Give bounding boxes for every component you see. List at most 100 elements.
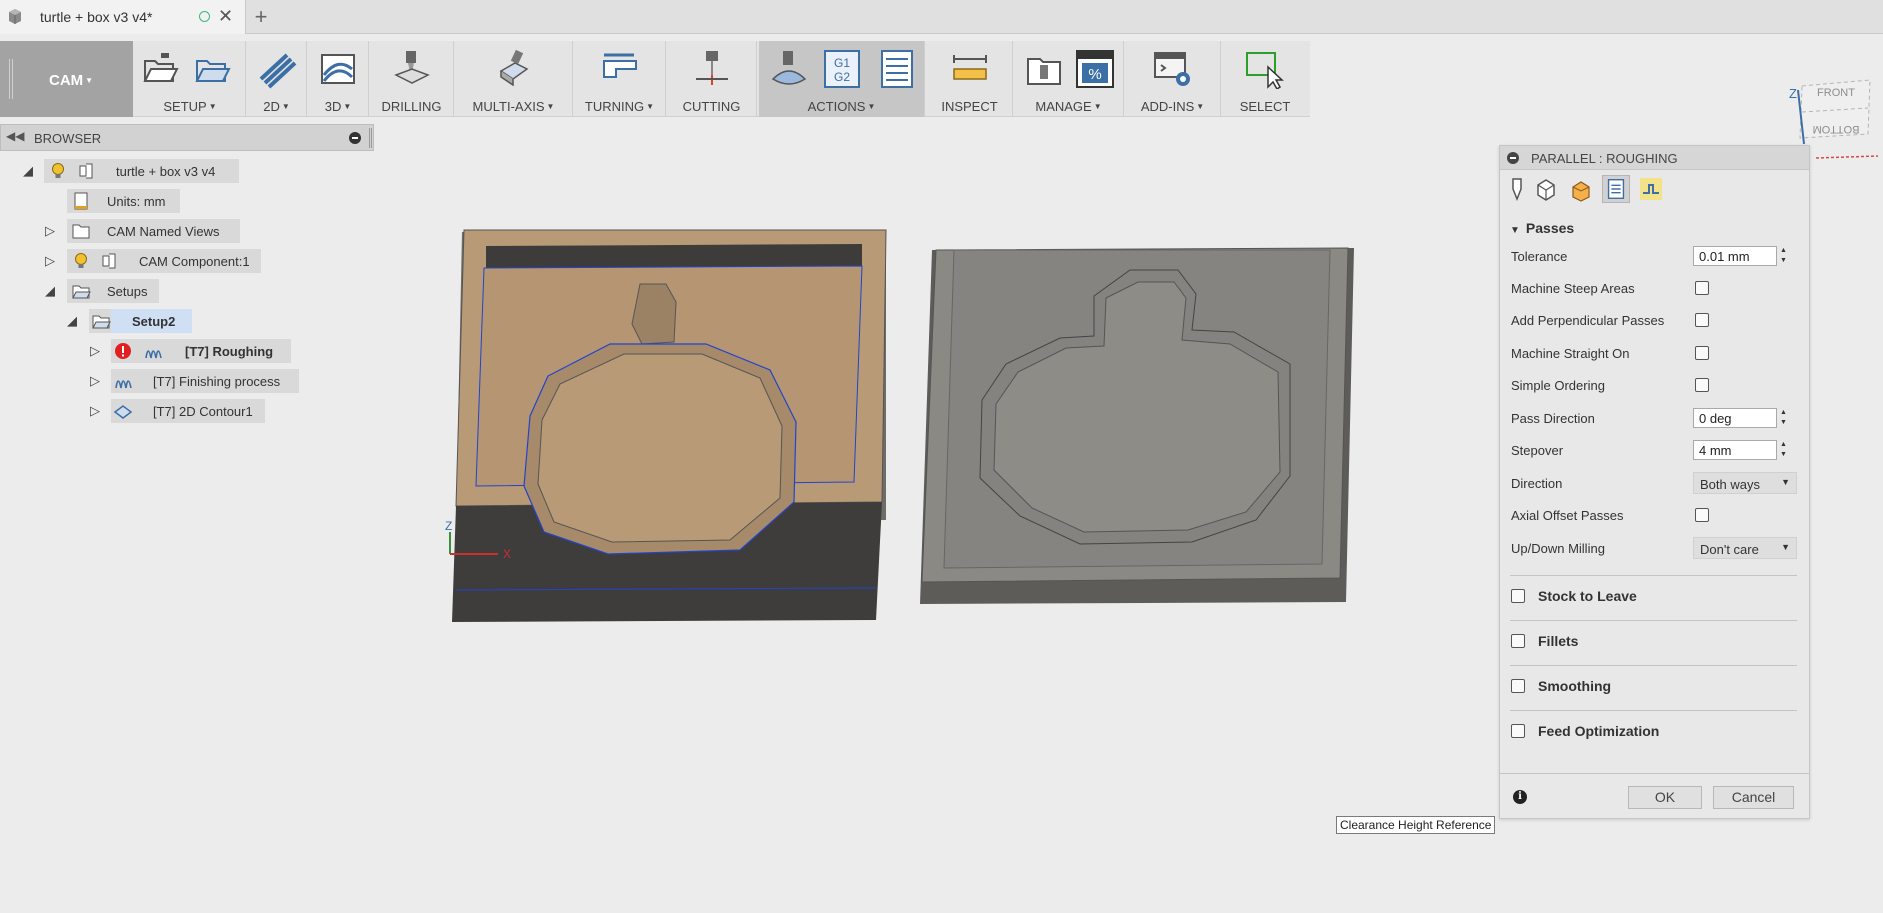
tree-node[interactable]: Units: mm <box>67 189 180 213</box>
viewcube-z-label: Z <box>1789 86 1797 101</box>
expand-toggle-icon[interactable]: ◢ <box>20 163 36 179</box>
inspect-group[interactable]: INSPECT <box>927 41 1013 117</box>
fillets-checkbox[interactable] <box>1511 634 1525 648</box>
chevron-down-icon: ▼ <box>1781 477 1790 487</box>
model-viewport[interactable]: Z X <box>440 220 1370 630</box>
setup-group[interactable]: SETUP ▼ <box>135 41 246 117</box>
document-tab[interactable]: turtle + box v3 v4* ✕ <box>0 0 246 34</box>
actions-group[interactable]: G1 G2 ACTIONS ▼ <box>759 41 925 117</box>
stepover-input[interactable]: 4 mm <box>1693 440 1777 460</box>
geometry-tab-icon[interactable] <box>1532 175 1560 203</box>
smoothing-checkbox[interactable] <box>1511 679 1525 693</box>
stock-with-toolpath[interactable] <box>452 229 887 622</box>
expand-toggle-icon[interactable]: ▷ <box>87 373 103 389</box>
axial-offset-passes-checkbox[interactable] <box>1695 508 1709 522</box>
smoothing-group[interactable]: Smoothing <box>1500 671 1809 701</box>
gcode-g1-text: G1 <box>834 56 850 70</box>
expand-toggle-icon[interactable]: ▷ <box>42 253 58 269</box>
toolbar-grip-handle[interactable] <box>9 59 13 99</box>
new-tab-button[interactable]: + <box>250 4 272 30</box>
simple-ordering-checkbox[interactable] <box>1695 378 1709 392</box>
tolerance-label: Tolerance <box>1511 249 1568 264</box>
tree-node[interactable]: [T7] Roughing <box>111 339 291 363</box>
toolpath-icon <box>145 350 162 359</box>
dialog-title: PARALLEL : ROUGHING <box>1531 151 1678 166</box>
lightbulb-icon[interactable] <box>71 252 91 270</box>
machine-steep-areas-checkbox[interactable] <box>1695 281 1709 295</box>
up-down-milling-value: Don't care <box>1700 542 1759 557</box>
multi-axis-label: MULTI-AXIS ▼ <box>472 99 555 114</box>
3d-group[interactable]: 3D ▼ <box>308 41 369 117</box>
inspect-label: INSPECT <box>941 99 998 114</box>
scripts-addins-icon <box>1154 52 1190 86</box>
tree-node[interactable]: CAM Named Views <box>67 219 240 243</box>
passes-section-header[interactable]: ▼ Passes <box>1510 220 1574 236</box>
tool-tab-icon[interactable] <box>1503 175 1531 203</box>
component-icon <box>102 253 116 269</box>
pass-direction-input[interactable]: 0 deg <box>1693 408 1777 428</box>
passes-tab-icon[interactable] <box>1602 175 1630 203</box>
tree-node-selected[interactable]: Setup2 <box>111 309 192 333</box>
tree-node-icon-bg[interactable] <box>89 309 111 333</box>
expand-toggle-icon[interactable]: ◢ <box>64 313 80 329</box>
expand-toggle-icon[interactable]: ▷ <box>87 343 103 359</box>
linking-tab-icon[interactable] <box>1637 175 1665 203</box>
close-tab-icon[interactable]: ✕ <box>218 6 233 27</box>
add-ins-group[interactable]: ADD-INS ▼ <box>1125 41 1221 117</box>
browser-pin-handle[interactable] <box>369 128 372 148</box>
direction-dropdown[interactable]: Both ways ▼ <box>1693 472 1797 494</box>
info-icon[interactable]: i <box>1513 790 1527 804</box>
stock-to-leave-group[interactable]: Stock to Leave <box>1500 581 1809 611</box>
tree-node[interactable]: CAM Component:1 <box>67 249 261 273</box>
select-group[interactable]: SELECT <box>1222 41 1308 117</box>
tree-label: Setups <box>107 284 148 299</box>
heights-tab-icon[interactable] <box>1567 175 1595 203</box>
viewcube-front-label: FRONT <box>1817 87 1855 99</box>
lightbulb-icon[interactable] <box>48 162 68 180</box>
tree-node[interactable]: [T7] Finishing process <box>111 369 299 393</box>
machine-straight-on-checkbox[interactable] <box>1695 346 1709 360</box>
ok-button[interactable]: OK <box>1628 786 1702 809</box>
tree-label: Units: mm <box>107 194 166 209</box>
cancel-button[interactable]: Cancel <box>1713 786 1794 809</box>
dialog-header[interactable]: PARALLEL : ROUGHING <box>1500 146 1809 170</box>
expand-toggle-icon[interactable]: ▷ <box>87 403 103 419</box>
machine-steep-areas-label: Machine Steep Areas <box>1511 281 1635 296</box>
up-down-milling-dropdown[interactable]: Don't care ▼ <box>1693 537 1797 559</box>
pass-direction-spinner[interactable]: ▲ ▼ <box>1778 408 1789 428</box>
feed-optimization-checkbox[interactable] <box>1511 724 1525 738</box>
divider <box>1510 620 1797 621</box>
pass-direction-label: Pass Direction <box>1511 411 1595 426</box>
manage-label: MANAGE ▼ <box>1035 99 1102 114</box>
expand-toggle-icon[interactable]: ◢ <box>42 283 58 299</box>
direction-label: Direction <box>1511 476 1563 491</box>
expand-toggle-icon[interactable]: ▷ <box>42 223 58 239</box>
tolerance-input[interactable]: 0.01 mm <box>1693 246 1777 266</box>
multi-axis-group[interactable]: MULTI-AXIS ▼ <box>455 41 573 117</box>
drilling-group[interactable]: DRILLING <box>370 41 454 117</box>
tree-node[interactable]: Setups <box>67 279 159 303</box>
cutting-group[interactable]: CUTTING <box>667 41 757 117</box>
tolerance-spinner[interactable]: ▲ ▼ <box>1778 246 1789 266</box>
2d-group[interactable]: 2D ▼ <box>247 41 307 117</box>
stock-to-leave-checkbox[interactable] <box>1511 589 1525 603</box>
workspace-switcher[interactable]: CAM ▼ <box>0 41 133 117</box>
tree-node[interactable]: turtle + box v3 v4 <box>44 159 239 183</box>
collapse-browser-icon[interactable]: ◀◀ <box>6 129 24 143</box>
minimize-browser-icon[interactable] <box>349 132 361 144</box>
add-perpendicular-passes-checkbox[interactable] <box>1695 313 1709 327</box>
turning-group[interactable]: TURNING ▼ <box>574 41 666 117</box>
cutting-label: CUTTING <box>682 99 741 114</box>
divider <box>1510 665 1797 666</box>
feed-optimization-group[interactable]: Feed Optimization <box>1500 716 1809 746</box>
3d-toolpath-icon <box>321 54 355 84</box>
finished-part[interactable] <box>920 247 1354 604</box>
tree-node[interactable]: [T7] 2D Contour1 <box>111 399 265 423</box>
fillets-group[interactable]: Fillets <box>1500 626 1809 656</box>
drilling-label: DRILLING <box>381 99 442 114</box>
setup-folder-icon <box>143 53 179 82</box>
manage-group[interactable]: % MANAGE ▼ <box>1014 41 1124 117</box>
stepover-spinner[interactable]: ▲ ▼ <box>1778 440 1789 460</box>
collapse-dialog-icon[interactable] <box>1507 152 1519 164</box>
tree-label: Setup2 <box>132 314 176 329</box>
